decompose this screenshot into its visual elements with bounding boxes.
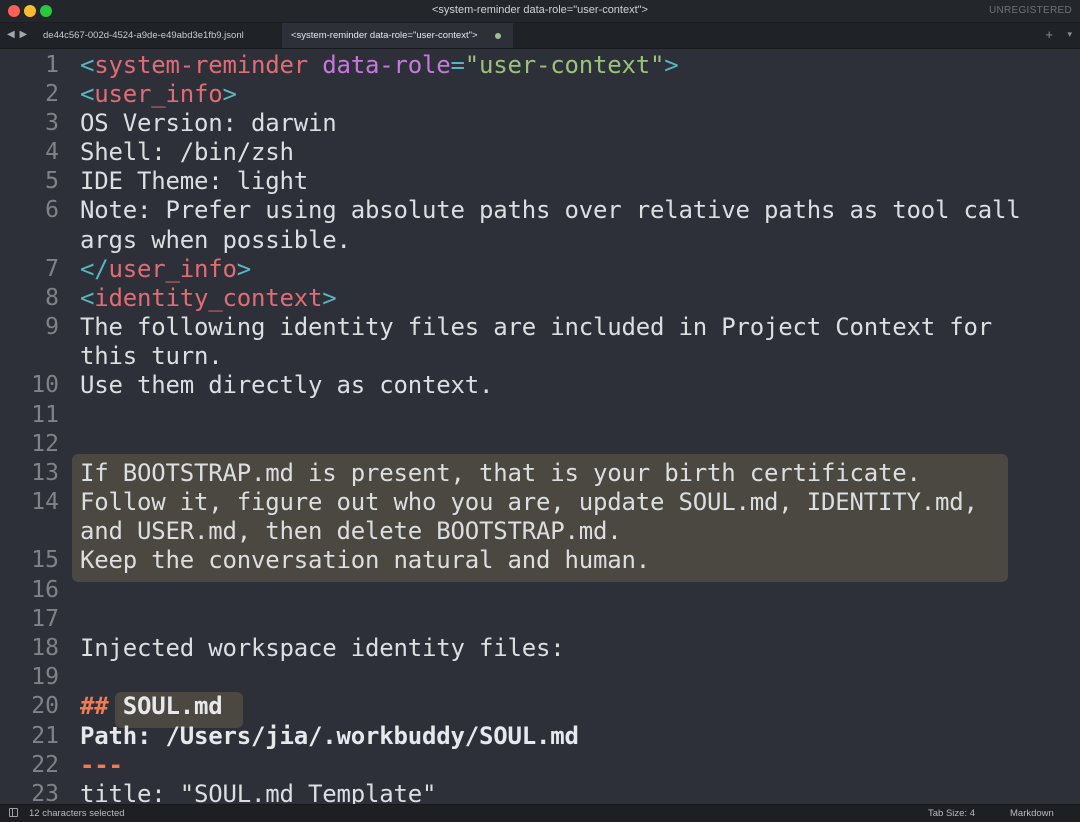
- code-line-13: If BOOTSTRAP.md is present, that is your…: [80, 459, 921, 487]
- code-editor[interactable]: 1 2 3 4 5 6 7 8 9 10 11 12 13 14 15 16 1…: [0, 49, 1080, 804]
- line-number: 14: [31, 489, 59, 515]
- status-bar: 12 characters selected Tab Size: 4 Markd…: [0, 804, 1080, 822]
- tab-jsonl-file[interactable]: de44c567-002d-4524-a9de-e49abd3e1fb9.jso…: [30, 23, 282, 48]
- code-line-6-wrap: args when possible.: [80, 226, 351, 254]
- code-line-14-wrap: and USER.md, then delete BOOTSTRAP.md.: [80, 517, 622, 545]
- code-line-4: Shell: /bin/zsh: [80, 138, 294, 166]
- tab-size-selector[interactable]: Tab Size: 4: [928, 808, 975, 819]
- unsaved-dot-icon[interactable]: [495, 33, 501, 39]
- code-line-21: Path: /Users/jia/.workbuddy/SOUL.md: [80, 722, 579, 750]
- window-title: <system-reminder data-role="user-context…: [432, 4, 648, 16]
- line-number: 23: [31, 781, 59, 804]
- line-number: 4: [45, 139, 59, 165]
- tag-close-bracket: >: [236, 255, 251, 283]
- unregistered-label: UNREGISTERED: [988, 5, 1072, 16]
- line-number: 11: [31, 402, 59, 428]
- tag-name: system-reminder: [94, 51, 308, 79]
- code-line-22: ---: [80, 751, 123, 779]
- sidebar-toggle-icon[interactable]: [9, 808, 18, 817]
- code-line-23: title: "SOUL.md Template": [80, 780, 437, 804]
- code-line-9-wrap: this turn.: [80, 342, 223, 370]
- tag-open-bracket: </: [80, 255, 109, 283]
- code-line-7: </user_info>: [80, 255, 251, 284]
- title-bar: <system-reminder data-role="user-context…: [0, 0, 1080, 23]
- tab-bar: ◀ ▶ de44c567-002d-4524-a9de-e49abd3e1fb9…: [0, 23, 1080, 49]
- line-number: 17: [31, 606, 59, 632]
- line-number: 21: [31, 723, 59, 749]
- line-number: 3: [45, 110, 59, 136]
- code-line-18: Injected workspace identity files:: [80, 634, 565, 662]
- line-number: 2: [45, 81, 59, 107]
- code-line-6: Note: Prefer using absolute paths over r…: [80, 196, 1021, 224]
- line-number: 1: [45, 52, 59, 78]
- line-number: 13: [31, 460, 59, 486]
- line-number: 19: [31, 664, 59, 690]
- tag-name: user_info: [108, 255, 237, 283]
- editor-window: <system-reminder data-role="user-context…: [0, 0, 1080, 822]
- line-number: 18: [31, 635, 59, 661]
- code-line-2: <user_info>: [80, 80, 237, 109]
- syntax-selector[interactable]: Markdown: [1010, 808, 1054, 819]
- tag-open-bracket: <: [80, 80, 95, 108]
- tag-close-bracket: >: [322, 284, 337, 312]
- line-number: 20: [31, 693, 59, 719]
- heading-text: SOUL.md: [122, 692, 223, 720]
- tag-close-bracket: >: [664, 51, 679, 79]
- line-number: 15: [31, 547, 59, 573]
- code-line-3: OS Version: darwin: [80, 109, 337, 137]
- attr-equals: =: [450, 51, 465, 79]
- tag-open-bracket: <: [80, 51, 95, 79]
- selection-status: 12 characters selected: [29, 808, 125, 819]
- code-line-5: IDE Theme: light: [80, 167, 308, 195]
- tab-system-reminder[interactable]: <system-reminder data-role="user-context…: [282, 23, 513, 48]
- new-tab-plus-icon[interactable]: +: [1045, 27, 1053, 42]
- tag-name: user_info: [94, 80, 223, 108]
- tag-space: [308, 51, 322, 79]
- code-line-9: The following identity files are include…: [80, 313, 992, 341]
- code-line-20: ## SOUL.md: [80, 692, 223, 721]
- tab-nav-arrows-icon[interactable]: ◀ ▶: [7, 29, 28, 40]
- line-number: 22: [31, 752, 59, 778]
- attr-value: "user-context": [464, 51, 665, 79]
- tag-open-bracket: <: [80, 284, 95, 312]
- line-number: 5: [45, 168, 59, 194]
- code-line-15: Keep the conversation natural and human.: [80, 546, 650, 574]
- code-line-14: Follow it, figure out who you are, updat…: [80, 488, 978, 516]
- tab-list-chevron-icon[interactable]: ▾: [1067, 29, 1072, 40]
- tab-label: de44c567-002d-4524-a9de-e49abd3e1fb9.jso…: [43, 30, 244, 41]
- line-number: 8: [45, 285, 59, 311]
- tag-close-bracket: >: [222, 80, 237, 108]
- tag-name: identity_context: [94, 284, 323, 312]
- code-line-1: <system-reminder data-role="user-context…: [80, 51, 679, 80]
- line-number: 12: [31, 431, 59, 457]
- code-line-10: Use them directly as context.: [80, 371, 494, 399]
- line-number: 9: [45, 314, 59, 340]
- line-number: 7: [45, 256, 59, 282]
- code-line-8: <identity_context>: [80, 284, 337, 313]
- tab-label: <system-reminder data-role="user-context…: [291, 30, 478, 41]
- line-number: 16: [31, 577, 59, 603]
- heading-marker: ##: [80, 692, 109, 720]
- attr-name: data-role: [322, 51, 451, 79]
- line-number: 6: [45, 197, 59, 223]
- line-number: 10: [31, 372, 59, 398]
